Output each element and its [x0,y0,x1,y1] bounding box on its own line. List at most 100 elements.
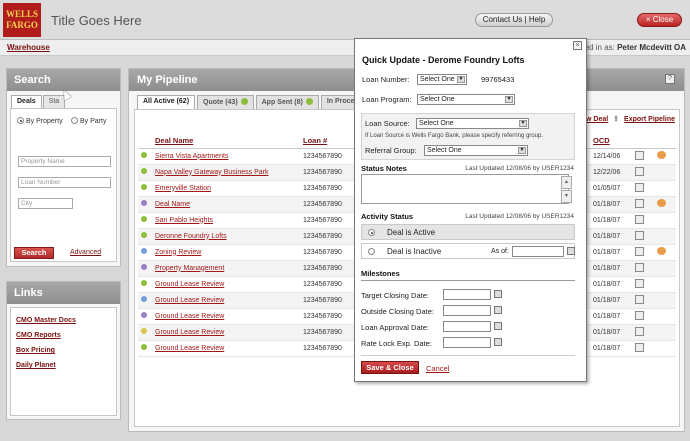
status-cell [138,340,152,357]
as-of-date-input[interactable] [512,246,564,257]
app-title: Title Goes Here [51,13,142,28]
deal-name-link[interactable]: Property Management [155,265,224,272]
target-closing-input[interactable] [443,289,491,300]
deal-name-cell: Emeryville Station [152,180,300,197]
status-notes-textarea[interactable]: ▲ ▼ [361,174,572,204]
signed-in-user: Peter Mcdevitt OA [617,43,686,52]
search-form: By Property By Party Property Name Loan … [10,108,117,262]
status-cell [138,260,152,277]
tab-quote[interactable]: Quote (43) [197,95,254,109]
deal-name-link[interactable]: Ground Lease Review [155,297,224,304]
chevron-down-icon: ▼ [457,76,465,83]
deal-name-cell: Ground Lease Review [152,308,300,325]
tab-deals[interactable]: Deals [11,95,42,108]
search-button[interactable]: Search [14,247,54,259]
deal-name-col-header[interactable]: Deal Name [152,134,300,149]
edit-notes-icon[interactable] [635,294,644,304]
target-closing-label: Target Closing Date: [361,291,429,300]
loan-approval-input[interactable] [443,321,491,332]
loan-number-input[interactable]: Loan Number [18,177,111,188]
loan-source-select[interactable]: Select One ▼ [416,118,529,129]
ocd-cell: 01/05/07 [590,180,632,197]
alert-icon[interactable] [657,151,666,159]
link-daily-planet[interactable]: Daily Planet [16,362,56,369]
contact-us-link[interactable]: Contact Us [483,15,523,24]
deal-inactive-option[interactable]: Deal is Inactive As of: [361,243,575,259]
deal-name-link[interactable]: Ground Lease Review [155,345,224,352]
warehouse-link[interactable]: Warehouse [7,43,50,52]
scroll-down-icon[interactable]: ▼ [561,190,572,203]
deal-name-link[interactable]: Ground Lease Review [155,281,224,288]
notes-cell [632,228,654,245]
edit-notes-icon[interactable] [635,198,644,208]
notes-cell [632,212,654,229]
close-button[interactable]: × Close [637,13,682,27]
help-link[interactable]: Help [529,15,545,24]
city-input[interactable]: City [18,198,73,209]
edit-notes-icon[interactable] [635,150,644,160]
calendar-icon[interactable] [567,247,575,255]
tab-app-sent[interactable]: App Sent (8) [255,95,319,109]
deal-name-link[interactable]: Deal Name [155,201,190,208]
edit-notes-icon[interactable] [635,166,644,176]
link-cmo-reports[interactable]: CMO Reports [16,332,61,339]
contact-help-button[interactable]: Contact Us | Help [475,13,553,27]
advanced-search-link[interactable]: Advanced [70,249,101,256]
calendar-icon[interactable] [494,290,502,298]
outside-closing-input[interactable] [443,305,491,316]
rate-lock-input[interactable] [443,337,491,348]
deal-name-link[interactable]: Deronne Foundry Lofts [155,233,227,240]
edit-notes-icon[interactable] [635,278,644,288]
status-cell [138,292,152,309]
alert-icon[interactable] [657,199,666,207]
ocd-cell: 01/18/07 [590,324,632,341]
export-pipeline-link[interactable]: Export Pipeline [624,116,675,123]
alert-icon[interactable] [657,247,666,255]
link-box-pricing[interactable]: Box Pricing [16,347,55,354]
close-icon[interactable]: × [573,41,582,50]
ocd-cell: 01/18/07 [590,260,632,277]
loan-number-value: 99765433 [481,75,515,84]
status-cell [138,148,152,165]
wells-fargo-logo: WELLS FARGO [3,3,41,37]
edit-notes-icon[interactable] [635,342,644,352]
radio-by-party[interactable]: By Party [71,117,106,125]
edit-notes-icon[interactable] [635,214,644,224]
link-cmo-master-docs[interactable]: CMO Master Docs [16,317,76,324]
referral-group-select[interactable]: Select One ▼ [424,145,528,156]
calendar-icon[interactable] [494,338,502,346]
edit-notes-icon[interactable] [635,310,644,320]
deal-name-link[interactable]: Ground Lease Review [155,329,224,336]
deal-name-link[interactable]: San Pablo Heights [155,217,213,224]
ocd-col-header[interactable]: OCD [590,134,632,149]
radio-off-icon[interactable] [368,248,375,255]
loan-number-select[interactable]: Select One ▼ [417,74,467,85]
loan-source-label: Loan Source: [365,119,410,128]
edit-notes-icon[interactable] [635,230,644,240]
deal-active-option[interactable]: Deal is Active [361,224,575,240]
export-icon[interactable]: ⇪ [613,116,619,123]
save-close-button[interactable]: Save & Close [361,361,419,374]
notes-cell [632,244,654,261]
property-name-input[interactable]: Property Name [18,156,111,167]
calendar-icon[interactable] [494,306,502,314]
edit-notes-icon[interactable] [635,182,644,192]
help-icon[interactable]: ? [665,74,675,84]
calendar-icon[interactable] [494,322,502,330]
deal-name-link[interactable]: Napa Valley Gateway Business Park [155,169,268,176]
radio-by-property[interactable]: By Property [17,117,63,125]
radio-on-icon[interactable] [17,117,24,124]
radio-on-icon[interactable] [368,229,375,236]
edit-notes-icon[interactable] [635,326,644,336]
deal-name-link[interactable]: Zoning Review [155,249,201,256]
scroll-up-icon[interactable]: ▲ [561,176,572,189]
deal-name-link[interactable]: Sierra Vista Apartments [155,153,228,160]
tab-all-active[interactable]: All Active (62) [137,95,196,109]
radio-off-icon[interactable] [71,117,78,124]
edit-notes-icon[interactable] [635,262,644,272]
deal-name-link[interactable]: Emeryville Station [155,185,211,192]
deal-name-link[interactable]: Ground Lease Review [155,313,224,320]
cancel-link[interactable]: Cancel [426,364,449,373]
loan-program-select[interactable]: Select One ▼ [417,94,515,105]
edit-notes-icon[interactable] [635,246,644,256]
